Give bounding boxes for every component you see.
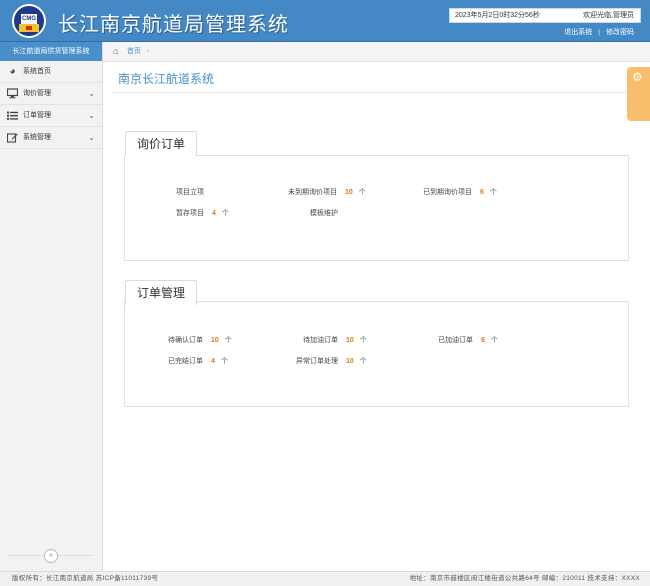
monitor-icon (6, 88, 19, 99)
page-title: 南京长江航道系统 (118, 72, 215, 86)
sidebar-item-label: 询价管理 (23, 90, 51, 97)
stat-template-maintenance[interactable]: 模板维护 (310, 209, 338, 219)
logo-text: CMG (21, 14, 37, 24)
stat-unit: 个 (221, 210, 229, 217)
footer-address: 地址：南京市鼓楼区阅江楼街道公共路64号 邮编：210011 技术支持：XXXX (409, 575, 640, 582)
stat-project-setup[interactable]: 项目立项 (176, 188, 204, 198)
sidebar: 长江航道局供货管理系统 ◕ 系统首页 询价管理 ⌄ 订单管理 ⌄ 系统管理 ⌄ … (0, 42, 103, 571)
stat-expired-inquiry[interactable]: 已到期询价项目 6 个 (423, 188, 497, 198)
stat-completed-orders[interactable]: 已完结订单 4 个 (168, 357, 228, 367)
gear-icon: ⚙ (632, 70, 643, 84)
inquiry-panel (124, 155, 629, 261)
breadcrumb: ⌂ 首页 › (103, 42, 650, 62)
stat-unit: 个 (359, 358, 367, 365)
home-icon: ⌂ (113, 46, 119, 56)
stat-unit: 个 (489, 189, 497, 196)
sidebar-item-system[interactable]: 系统管理 ⌄ (0, 127, 102, 149)
welcome-text: 欢迎光临,管理员 (583, 12, 634, 19)
stat-value[interactable]: 10 (346, 358, 354, 365)
stat-pending-fuel[interactable]: 待加油订单 10 个 (303, 336, 367, 346)
logo-emblem-icon (19, 24, 39, 32)
stat-label: 模板维护 (310, 210, 338, 217)
edit-icon (6, 132, 18, 143)
header-link-separator: | (598, 29, 601, 36)
stat-label: 待加油订单 (303, 337, 338, 344)
stat-label: 异常订单处理 (296, 358, 338, 365)
chevron-down-icon: ⌄ (88, 133, 95, 142)
chevron-down-icon: ⌄ (88, 111, 95, 120)
breadcrumb-separator: › (147, 48, 150, 55)
sidebar-item-label: 订单管理 (23, 112, 51, 119)
stat-value[interactable]: 4 (211, 358, 215, 365)
title-divider (112, 92, 628, 93)
stat-value[interactable]: 10 (345, 189, 353, 196)
stat-label: 待确认订单 (168, 337, 203, 344)
list-icon (7, 110, 18, 121)
chevron-down-icon: ⌄ (88, 89, 95, 98)
stat-unexpired-inquiry[interactable]: 未到期询价项目 10 个 (288, 188, 366, 198)
stat-value[interactable]: 10 (211, 337, 219, 344)
stat-label: 暂存项目 (176, 210, 204, 217)
logout-link[interactable]: 退出系统 (564, 29, 592, 36)
user-info-box: 2023年5月2日0时32分56秒 欢迎光临,管理员 (449, 8, 641, 23)
sidebar-title: 长江航道局供货管理系统 (0, 42, 102, 61)
stat-label: 已到期询价项目 (423, 189, 472, 196)
stat-unit: 个 (220, 358, 228, 365)
stat-abnormal-orders[interactable]: 异常订单处理 10 个 (296, 357, 367, 367)
order-panel (124, 301, 629, 407)
stat-pending-confirm[interactable]: 待确认订单 10 个 (168, 336, 232, 346)
tab-inquiry-orders[interactable]: 询价订单 (125, 131, 198, 156)
sidebar-item-inquiry[interactable]: 询价管理 ⌄ (0, 83, 102, 105)
stat-fueled-orders[interactable]: 已加油订单 6 个 (438, 336, 498, 346)
change-password-link[interactable]: 修改密码 (606, 29, 634, 36)
top-header: CMG 长江南京航道局管理系统 2023年5月2日0时32分56秒 欢迎光临,管… (0, 0, 650, 42)
stat-draft-projects[interactable]: 暂存项目 4 个 (176, 209, 229, 219)
stat-value[interactable]: 10 (346, 337, 354, 344)
stat-unit: 个 (359, 337, 367, 344)
sidebar-item-home[interactable]: ◕ 系统首页 (0, 61, 102, 83)
current-datetime: 2023年5月2日0时32分56秒 (455, 12, 540, 19)
stat-unit: 个 (358, 189, 366, 196)
stat-value[interactable]: 6 (480, 189, 484, 196)
settings-side-tab[interactable]: ⚙ (627, 67, 650, 121)
footer-copyright: 版权所有：长江南京航道局 苏ICP备11011739号 (12, 575, 159, 582)
stat-unit: 个 (224, 337, 232, 344)
stat-value[interactable]: 4 (212, 210, 216, 217)
footer: 版权所有：长江南京航道局 苏ICP备11011739号 地址：南京市鼓楼区阅江楼… (0, 571, 650, 586)
stat-label: 未到期询价项目 (288, 189, 337, 196)
stat-label: 项目立项 (176, 189, 204, 196)
stat-value[interactable]: 6 (481, 337, 485, 344)
stat-label: 已完结订单 (168, 358, 203, 365)
stat-label: 已加油订单 (438, 337, 473, 344)
sidebar-item-orders[interactable]: 订单管理 ⌄ (0, 105, 102, 127)
breadcrumb-home-link[interactable]: 首页 (127, 42, 141, 61)
sidebar-item-label: 系统管理 (23, 134, 51, 141)
cmg-logo: CMG (12, 4, 46, 38)
dashboard-icon: ◕ (9, 66, 16, 77)
header-links: 退出系统 | 修改密码 (564, 27, 634, 37)
tab-order-management[interactable]: 订单管理 (125, 280, 198, 305)
sidebar-item-label: 系统首页 (23, 68, 51, 75)
stat-unit: 个 (490, 337, 498, 344)
app-title: 长江南京航道局管理系统 (58, 14, 289, 36)
collapse-left-icon[interactable]: « (44, 549, 58, 563)
